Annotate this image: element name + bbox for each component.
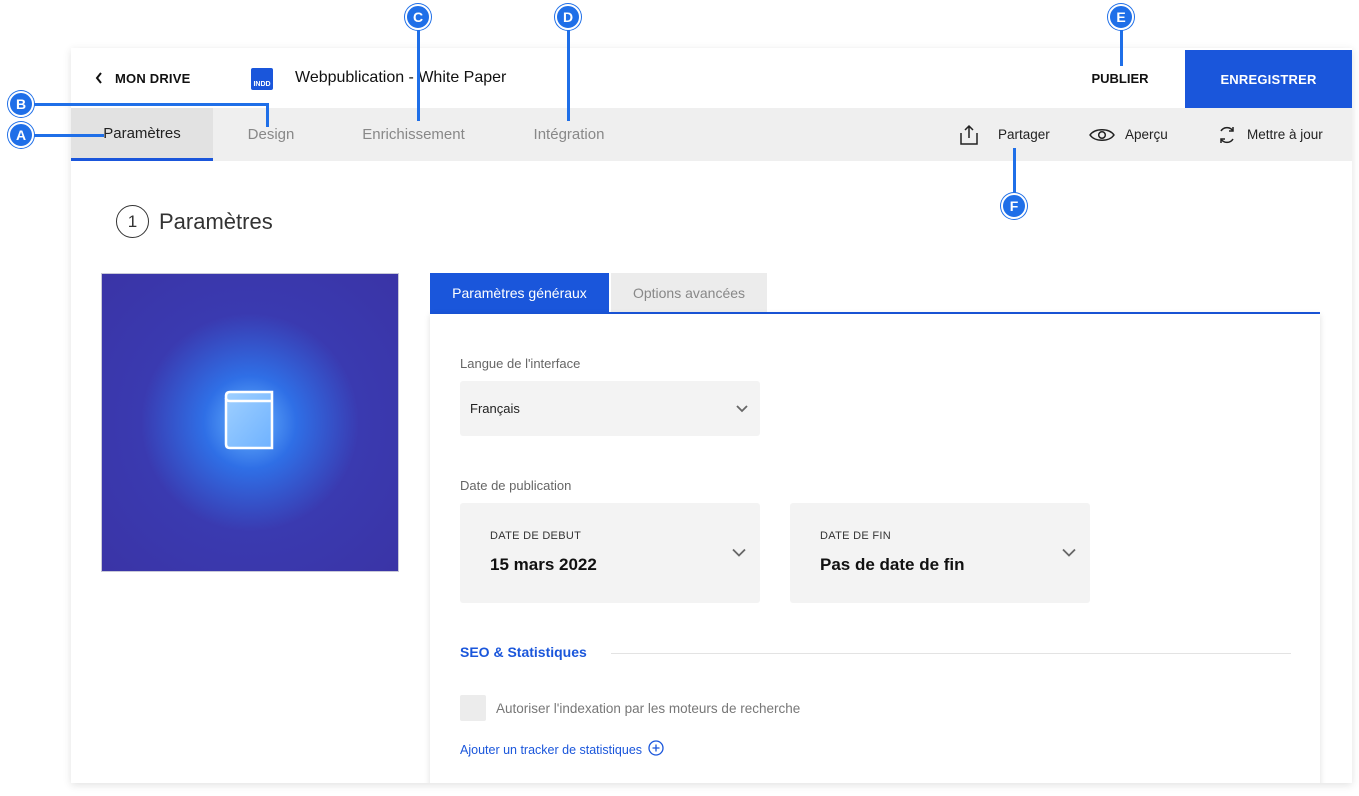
preview-button[interactable]: Aperçu — [1089, 108, 1168, 161]
add-tracker-label: Ajouter un tracker de statistiques — [460, 742, 643, 757]
seo-section-title: SEO & Statistiques — [460, 644, 587, 660]
publication-date-label: Date de publication — [460, 478, 572, 493]
annotation-marker-e: E — [1108, 4, 1134, 30]
update-label: Mettre à jour — [1247, 127, 1323, 142]
tab-enrichissement[interactable]: Enrichissement — [351, 108, 476, 161]
tab-advanced-options[interactable]: Options avancées — [611, 273, 767, 313]
annotation-marker-f: F — [1001, 193, 1027, 219]
annotation-marker-c: C — [405, 4, 431, 30]
divider — [611, 653, 1291, 654]
book-icon — [222, 388, 278, 457]
annotation-line-b — [32, 103, 268, 106]
tab-design[interactable]: Design — [223, 108, 319, 161]
chevron-left-icon — [93, 72, 105, 84]
chevron-down-icon — [1062, 548, 1076, 558]
add-tracker-link[interactable]: Ajouter un tracker de statistiques — [460, 740, 664, 759]
top-bar: MON DRIVE INDD Webpublication - White Pa… — [71, 48, 1352, 108]
end-date-label: DATE DE FIN — [820, 530, 891, 542]
indexing-label: Autoriser l'indexation par les moteurs d… — [496, 700, 801, 716]
plus-circle-icon — [648, 740, 664, 759]
refresh-icon — [1217, 125, 1237, 145]
back-label: MON DRIVE — [115, 70, 191, 86]
annotation-marker-a: A — [8, 122, 34, 148]
annotation-line-e — [1120, 28, 1123, 66]
app-window: MON DRIVE INDD Webpublication - White Pa… — [71, 48, 1352, 783]
start-date-select[interactable]: DATE DE DEBUT 15 mars 2022 — [460, 503, 760, 603]
save-button[interactable]: ENREGISTRER — [1185, 50, 1352, 108]
section-heading: 1 Paramètres — [116, 205, 273, 238]
annotation-line-c — [417, 28, 420, 121]
eye-icon — [1089, 127, 1115, 143]
annotation-line-d — [567, 28, 570, 121]
tab-general-settings[interactable]: Paramètres généraux — [430, 273, 609, 313]
share-icon — [958, 124, 980, 146]
end-date-select[interactable]: DATE DE FIN Pas de date de fin — [790, 503, 1090, 603]
back-to-drive-button[interactable]: MON DRIVE — [93, 48, 190, 108]
settings-panel: Langue de l'interface Français Date de p… — [430, 314, 1320, 783]
share-button[interactable]: Partager — [958, 108, 1050, 161]
document-title: Webpublication - White Paper — [295, 69, 507, 86]
annotation-line-f — [1013, 148, 1016, 194]
interface-language-select[interactable]: Français — [460, 381, 760, 436]
annotation-line-b-vertical — [266, 103, 269, 127]
preview-label: Aperçu — [1125, 127, 1168, 142]
chevron-down-icon — [736, 404, 748, 413]
publication-cover-preview — [101, 273, 399, 572]
annotation-line-a — [32, 134, 104, 137]
step-number: 1 — [116, 205, 149, 238]
interface-language-label: Langue de l'interface — [460, 356, 581, 371]
annotation-marker-b: B — [8, 91, 34, 117]
share-label: Partager — [998, 127, 1050, 142]
interface-language-value: Français — [470, 401, 520, 416]
annotation-marker-d: D — [555, 4, 581, 30]
update-button[interactable]: Mettre à jour — [1217, 108, 1323, 161]
start-date-label: DATE DE DEBUT — [490, 530, 582, 542]
section-title: Paramètres — [159, 208, 273, 234]
indexing-checkbox[interactable] — [460, 695, 486, 721]
indd-file-icon: INDD — [251, 68, 273, 90]
start-date-value: 15 mars 2022 — [490, 555, 597, 574]
end-date-value: Pas de date de fin — [820, 555, 965, 574]
main-tab-bar: Paramètres Design Enrichissement Intégra… — [71, 108, 1352, 161]
chevron-down-icon — [732, 548, 746, 558]
